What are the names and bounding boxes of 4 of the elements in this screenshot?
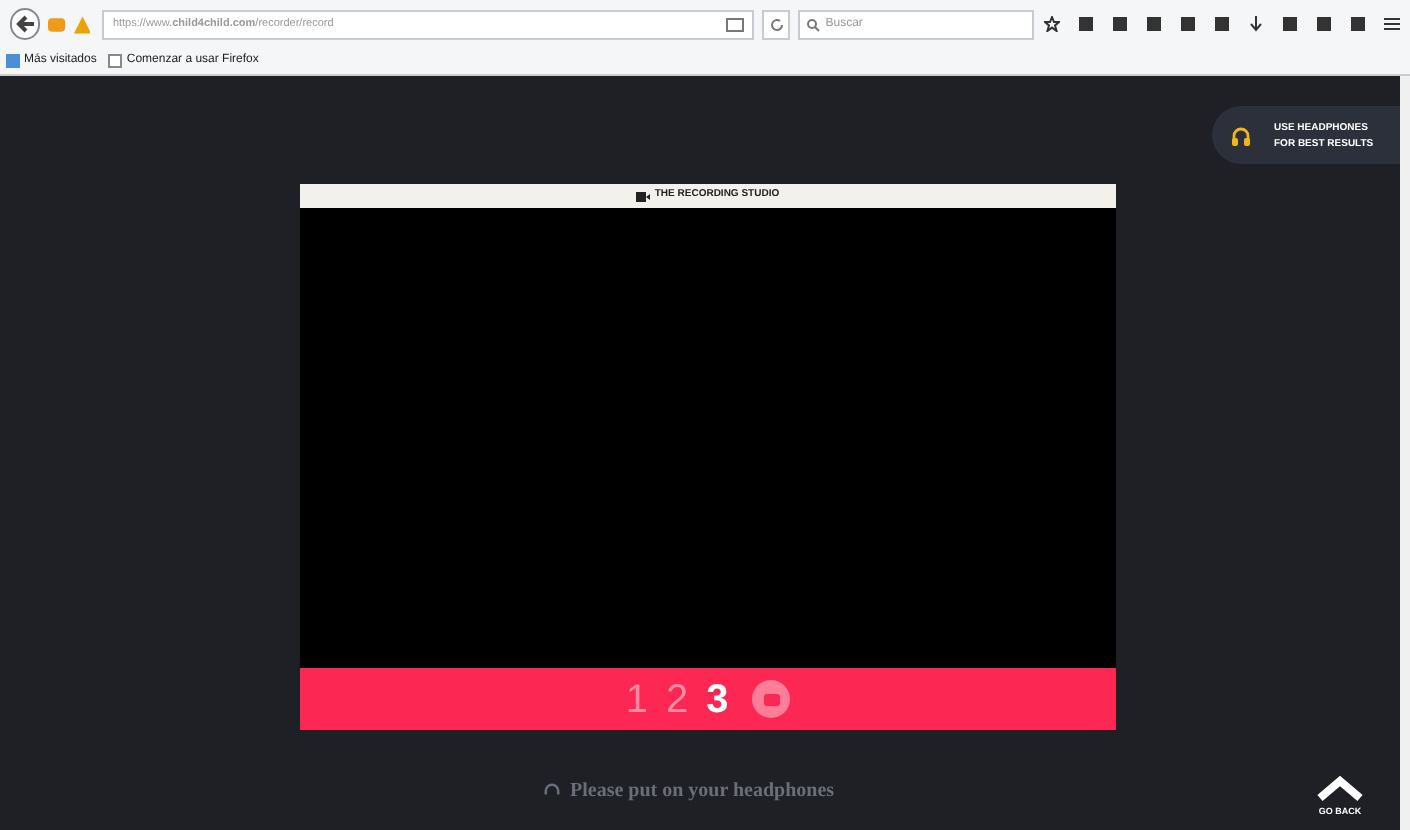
countdown-number: 2 <box>665 679 689 719</box>
countdown-number: 3 <box>706 679 729 719</box>
hint-text: Please put on your headphones <box>570 778 835 806</box>
countdown-number: 1 <box>625 679 648 719</box>
